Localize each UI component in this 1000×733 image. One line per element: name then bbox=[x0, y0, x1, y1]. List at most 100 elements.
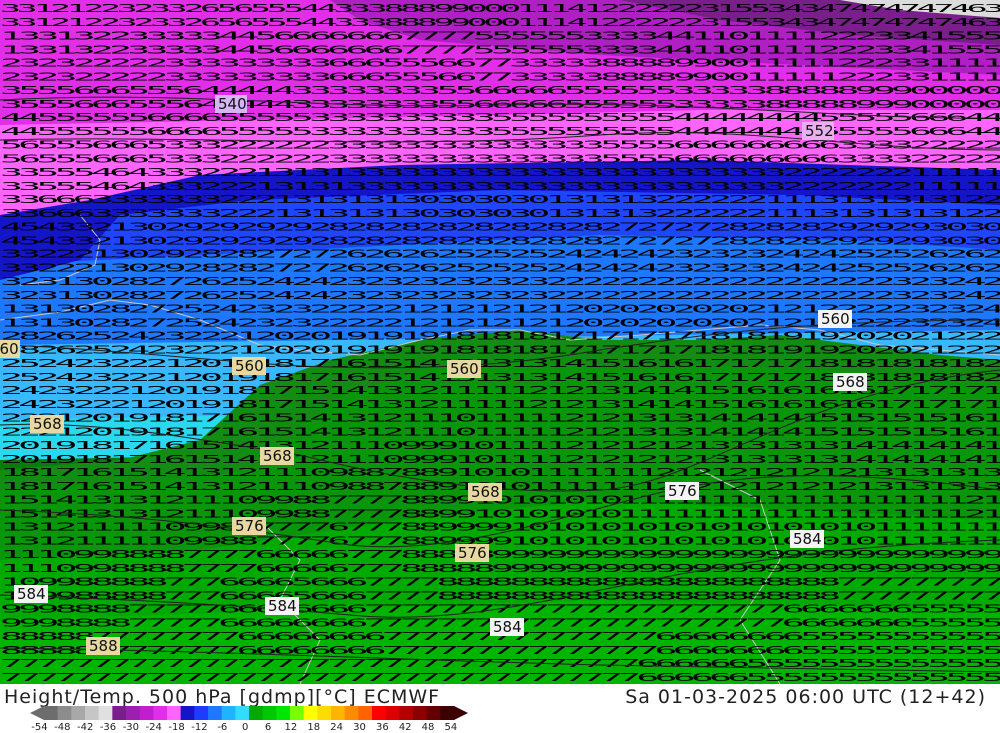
digit-row: 1312111110998877776777889999101010101010… bbox=[0, 535, 1000, 548]
svg-text:576: 576 bbox=[458, 544, 487, 562]
digit-row: 7777777777777777777777777777777777766666… bbox=[0, 671, 1000, 684]
digit-row: 2323222223333333336665556677333338888990… bbox=[0, 71, 1000, 84]
colorbar-tick-label: -24 bbox=[145, 722, 162, 733]
weather-map: 3312122323326565554433388899000111412222… bbox=[0, 0, 1000, 684]
digit-row: 3555666555644444333333335566666555555333… bbox=[0, 98, 1000, 111]
digit-row: 2221201918171615141312111011111212131314… bbox=[0, 426, 1000, 439]
colorbar-tick-label: 24 bbox=[330, 722, 343, 733]
digit-row: 2221201918171615141312111011111212131314… bbox=[0, 412, 1000, 425]
colorbar-cell bbox=[126, 706, 141, 720]
svg-text:588: 588 bbox=[89, 637, 118, 655]
digit-row: 1110998888777766666777888889999999999999… bbox=[0, 562, 1000, 575]
colorbar-tick-label: 30 bbox=[353, 722, 366, 733]
colorbar-cell bbox=[290, 706, 305, 720]
colorbar-cell bbox=[372, 706, 387, 720]
svg-text:576: 576 bbox=[668, 482, 697, 500]
contour-label: 540 bbox=[215, 95, 247, 113]
digit-row: 3366633333332221313131303030301313132222… bbox=[0, 193, 1000, 206]
digit-row: 3322213029282827272626262525252424242323… bbox=[0, 262, 1000, 275]
contour-label: 584 bbox=[14, 585, 48, 603]
forecast-datetime: Sa 01-03-2025 06:00 UTC (12+42) bbox=[625, 686, 986, 708]
contour-label: 584 bbox=[490, 618, 524, 636]
contour-label: 576 bbox=[232, 517, 266, 535]
contour-label: 576 bbox=[455, 544, 489, 562]
svg-text:540: 540 bbox=[218, 95, 247, 113]
colorbar-tick-label: -36 bbox=[99, 722, 117, 733]
colorbar-cell bbox=[358, 706, 373, 720]
colorbar-cell bbox=[85, 706, 100, 720]
colorbar-cell bbox=[331, 706, 346, 720]
digit-row: 2019181716151413121110999101111212121213… bbox=[0, 439, 1000, 452]
contour-label: 588 bbox=[86, 637, 120, 655]
colorbar-tick-label: -18 bbox=[168, 722, 185, 733]
svg-text:584: 584 bbox=[793, 530, 822, 548]
digit-row: 4543321302929292928282828282828282727272… bbox=[0, 220, 1000, 233]
colorbar bbox=[30, 706, 468, 720]
digit-row: 3231302827262524242323232323232222222222… bbox=[0, 289, 1000, 302]
digit-row: 1331322333334456666666777755555533334411… bbox=[0, 29, 1000, 42]
colorbar-tick-label: 54 bbox=[444, 722, 458, 733]
colorbar-tick-label: 48 bbox=[421, 722, 435, 733]
digit-row: 3231302827262524242323232323232222222222… bbox=[0, 275, 1000, 288]
map-footer: Height/Temp. 500 hPa [gdmp][°C] ECMWF Sa… bbox=[0, 684, 1000, 733]
digit-row: 2826252423222120201919191818181717171718… bbox=[0, 330, 1000, 343]
svg-text:560: 560 bbox=[0, 340, 19, 358]
colorbar-cell bbox=[57, 706, 72, 720]
contour-label: 560 bbox=[818, 310, 852, 328]
contour-label: 576 bbox=[665, 482, 699, 500]
colorbar-cell bbox=[440, 706, 455, 720]
svg-text:552: 552 bbox=[805, 122, 834, 140]
colorbar-tick-label: 42 bbox=[398, 722, 412, 733]
temperature-field: 3312122323326565554433388899000111412222… bbox=[0, 0, 1000, 684]
colorbar-tick-label: 18 bbox=[307, 722, 321, 733]
digit-row: 2019181716151413121110999101111212121213… bbox=[0, 453, 1000, 466]
colorbar-cell bbox=[208, 706, 223, 720]
digit-row: 8888877777777666666667777777777777776666… bbox=[0, 644, 1000, 657]
contour-label: 584 bbox=[790, 530, 824, 548]
colorbar-cell bbox=[399, 706, 414, 720]
colorbar-tick-label: -6 bbox=[217, 722, 228, 733]
colorbar-cell bbox=[167, 706, 182, 720]
colorbar-ticks: -54 -48 -42 -36 -30 -24 -18 -12 -6 0 6 12 18 24 30 36 42… bbox=[28, 722, 462, 733]
digit-row: 3355546433322213131333333333333333333333… bbox=[0, 166, 1000, 179]
svg-text:584: 584 bbox=[268, 597, 297, 615]
colorbar-cell bbox=[44, 706, 59, 720]
svg-text:568: 568 bbox=[263, 447, 292, 465]
digit-row: 3312122323326565554433388899000111412222… bbox=[0, 2, 1000, 15]
svg-text:584: 584 bbox=[493, 618, 522, 636]
colorbar-tick-label: 12 bbox=[284, 722, 298, 733]
digit-row: 3312122323326565554433388899000111412222… bbox=[0, 16, 1000, 29]
colorbar-tick-label: 6 bbox=[264, 722, 272, 733]
colorbar-cell bbox=[413, 706, 428, 720]
colorbar-cell bbox=[71, 706, 86, 720]
digit-row: 4455555566665555533333333335555555555444… bbox=[0, 125, 1000, 138]
colorbar-cell bbox=[98, 706, 113, 720]
colorbar-cell bbox=[249, 706, 264, 720]
contour-label: 568 bbox=[468, 483, 502, 501]
svg-text:576: 576 bbox=[235, 517, 264, 535]
digit-row: 3355546433322213131333333333333333333333… bbox=[0, 180, 1000, 193]
temperature-digits: 3312122323326565554433388899000111412222… bbox=[0, 2, 1000, 684]
digit-row: 4543321302929292928282828282828282727272… bbox=[0, 234, 1000, 247]
colorbar-cell bbox=[303, 706, 318, 720]
contour-label: 568 bbox=[833, 373, 867, 391]
colorbar-tick-label: 36 bbox=[375, 722, 389, 733]
colorbar-cell bbox=[426, 706, 441, 720]
colorbar-cell bbox=[139, 706, 154, 720]
digit-row: 3555666555644444333333335566666555555333… bbox=[0, 84, 1000, 97]
digit-row: 7777777777777777777777777777777777766666… bbox=[0, 657, 1000, 670]
colorbar-cell bbox=[180, 706, 195, 720]
digit-row: 3366633333332221313131303030301313132222… bbox=[0, 207, 1000, 220]
contour-label: 568 bbox=[30, 415, 64, 433]
digit-row: 2423222120191817151413121111121213141415… bbox=[0, 398, 1000, 411]
colorbar-cell bbox=[317, 706, 332, 720]
digit-row: 1514131312111099887777889910101010111111… bbox=[0, 507, 1000, 520]
digit-row: 1331322333334456666666777755555533334411… bbox=[0, 43, 1000, 56]
colorbar-tick-label: -42 bbox=[76, 722, 94, 733]
colorbar-tick-label: -48 bbox=[54, 722, 71, 733]
digit-row: 4455555566665555533333333335555555555444… bbox=[0, 111, 1000, 124]
digit-row: 1312111110998877776777889999101010101010… bbox=[0, 521, 1000, 534]
digit-row: 1817161514131211109887889101011111112121… bbox=[0, 466, 1000, 479]
contour-label: 560 bbox=[0, 340, 20, 358]
contour-label: 568 bbox=[260, 447, 294, 465]
